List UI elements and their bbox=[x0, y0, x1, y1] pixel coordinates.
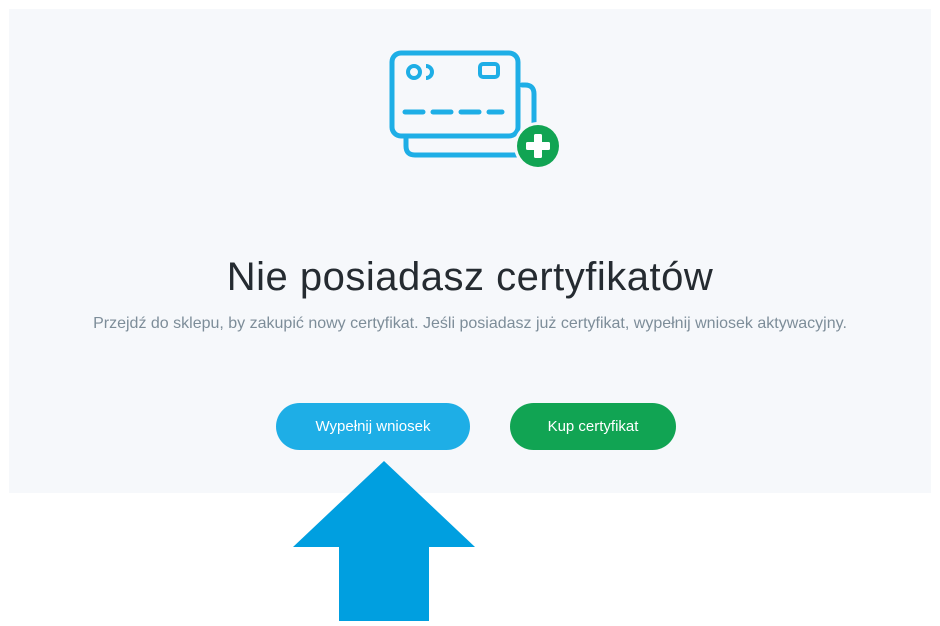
up-arrow-annotation bbox=[293, 461, 475, 621]
fill-application-button[interactable]: Wypełnij wniosek bbox=[276, 403, 470, 450]
empty-state-title: Nie posiadasz certyfikatów bbox=[226, 255, 714, 299]
credit-card-add-icon bbox=[380, 42, 570, 177]
empty-state-description: Przejdź do sklepu, by zakupić nowy certy… bbox=[93, 315, 847, 332]
buy-certificate-button[interactable]: Kup certyfikat bbox=[510, 403, 676, 450]
